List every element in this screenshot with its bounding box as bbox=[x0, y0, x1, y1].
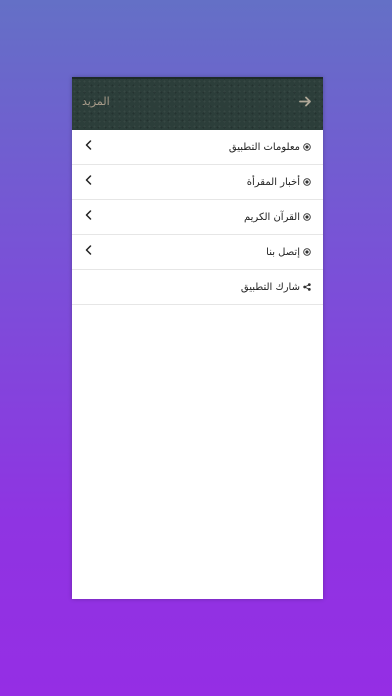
menu-item-label: أخبار المقرأة bbox=[246, 176, 300, 188]
chevron-left-icon bbox=[83, 175, 93, 185]
menu-item-label: معلومات التطبيق bbox=[228, 141, 300, 153]
radio-dot-icon bbox=[303, 178, 311, 186]
menu-item-quran[interactable]: القرآن الكريم bbox=[72, 200, 323, 235]
menu-item-app-info[interactable]: معلومات التطبيق bbox=[72, 130, 323, 165]
menu-item-label: شارك التطبيق bbox=[240, 281, 300, 293]
app-header: المزيد bbox=[72, 77, 323, 130]
radio-dot-icon bbox=[303, 248, 311, 256]
chevron-left-icon bbox=[83, 245, 93, 255]
back-button[interactable] bbox=[297, 93, 313, 109]
app-screen: المزيد معلومات التطبيق أخبار المقرأة الق… bbox=[72, 77, 323, 599]
menu-item-share[interactable]: شارك التطبيق bbox=[72, 270, 323, 305]
chevron-left-icon bbox=[83, 210, 93, 220]
radio-dot-icon bbox=[303, 143, 311, 151]
menu-item-label: إتصل بنا bbox=[266, 246, 300, 258]
menu-item-contact[interactable]: إتصل بنا bbox=[72, 235, 323, 270]
menu-item-news[interactable]: أخبار المقرأة bbox=[72, 165, 323, 200]
menu-list: معلومات التطبيق أخبار المقرأة القرآن الك… bbox=[72, 130, 323, 305]
share-icon bbox=[303, 283, 311, 291]
arrow-right-icon bbox=[298, 96, 311, 106]
radio-dot-icon bbox=[303, 213, 311, 221]
page-title: المزيد bbox=[82, 95, 110, 108]
chevron-left-icon bbox=[83, 140, 93, 150]
menu-item-label: القرآن الكريم bbox=[243, 211, 300, 223]
